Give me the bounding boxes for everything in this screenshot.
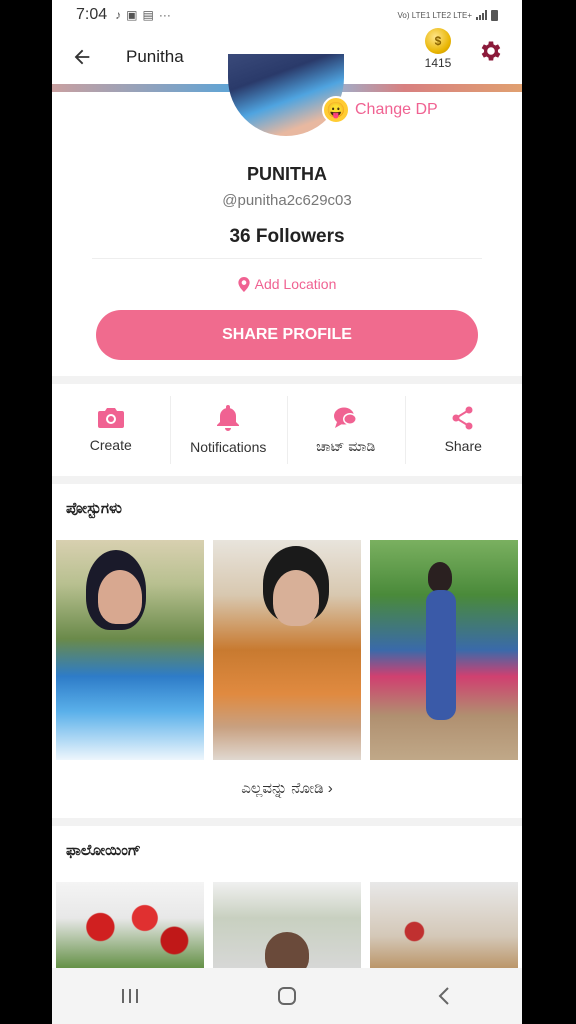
share-button[interactable]: Share xyxy=(404,384,523,476)
divider xyxy=(92,258,482,259)
network-label: Vo) LTE1 LTE2 LTE+ xyxy=(397,10,472,20)
post-thumbnail[interactable] xyxy=(56,540,204,760)
following-thumbnail[interactable] xyxy=(370,882,518,968)
change-dp-label: Change DP xyxy=(355,101,438,118)
create-label: Create xyxy=(89,437,132,453)
following-title: ಫಾಲೋಯಿಂಗ್ xyxy=(66,842,141,859)
profile-handle: @punitha2c629c03 xyxy=(222,192,352,209)
following-thumbnail[interactable] xyxy=(56,882,204,968)
recent-apps-icon xyxy=(122,989,139,1003)
status-time: 7:04 xyxy=(76,6,108,23)
post-figure-body xyxy=(426,590,456,720)
coins-button[interactable]: $ 1415 xyxy=(416,28,460,84)
bell-icon xyxy=(217,405,240,431)
home-icon xyxy=(277,987,296,1005)
battery-icon xyxy=(491,9,498,21)
more-dots-icon: ··· xyxy=(158,8,171,22)
following-grid xyxy=(56,882,518,968)
gear-icon xyxy=(481,41,501,61)
posts-title: ಪೋಸ್ಟುಗಳು xyxy=(66,500,122,517)
posts-section: ಪೋಸ್ಟುಗಳು ಎಲ್ಲವನ್ನು ನೋಡಿ › xyxy=(52,484,522,818)
status-signal-area: Vo) LTE1 LTE2 LTE+ xyxy=(397,9,498,21)
notifications-label: Notifications xyxy=(190,439,267,455)
following-figure xyxy=(265,932,309,968)
tongue-emoji-icon: 😛 xyxy=(322,96,350,124)
gallery-icon: ▤ xyxy=(142,8,154,22)
chat-label: ಚಾಟ್ ಮಾಡಿ xyxy=(316,437,376,454)
change-dp-button[interactable]: 😛 Change DP xyxy=(322,96,438,124)
home-button[interactable] xyxy=(257,976,317,1016)
share-label: Share xyxy=(444,438,482,454)
profile-name: PUNITHA xyxy=(247,164,327,184)
chevron-left-icon xyxy=(438,987,449,1005)
action-row: Create Notifications ಚಾಟ್ ಮಾಡಿ Share xyxy=(52,384,522,476)
chat-button[interactable]: ಚಾಟ್ ಮಾಡಿ xyxy=(287,384,405,476)
location-pin-icon xyxy=(238,276,250,292)
camera-icon xyxy=(97,408,124,428)
see-all-link[interactable]: ಎಲ್ಲವನ್ನು ನೋಡಿ › xyxy=(52,780,522,797)
page-title: Punitha xyxy=(126,47,184,66)
signal-icon xyxy=(476,10,487,20)
create-button[interactable]: Create xyxy=(52,384,170,476)
following-section: ಫಾಲೋಯಿಂಗ್ xyxy=(52,826,522,968)
chat-icon xyxy=(333,407,357,428)
post-figure xyxy=(428,562,452,592)
followers-count[interactable]: 36 Followers xyxy=(52,226,522,248)
following-thumbnail[interactable] xyxy=(213,882,361,968)
add-location-label: Add Location xyxy=(254,276,337,292)
system-nav-bar xyxy=(52,968,522,1024)
notifications-button[interactable]: Notifications xyxy=(169,384,288,476)
post-figure-face xyxy=(98,570,142,624)
arrow-left-icon xyxy=(74,49,90,65)
profile-card: 😛 Change DP PUNITHA @punitha2c629c03 36 … xyxy=(52,54,522,376)
phone-screen: 7:04 ♪ ▣ ▤ ··· Vo) LTE1 LTE2 LTE+ Punith… xyxy=(52,0,522,1024)
back-button[interactable] xyxy=(52,30,112,84)
settings-button[interactable] xyxy=(476,36,506,66)
recent-apps-button[interactable] xyxy=(100,976,160,1016)
status-bar: 7:04 ♪ ▣ ▤ ··· Vo) LTE1 LTE2 LTE+ xyxy=(52,0,522,30)
screen-record-icon: ▣ xyxy=(126,8,138,22)
share-icon xyxy=(452,406,473,430)
status-notification-icons: ♪ ▣ ▤ ··· xyxy=(115,8,171,22)
share-profile-button[interactable]: SHARE PROFILE xyxy=(96,310,478,360)
system-back-button[interactable] xyxy=(414,976,474,1016)
posts-grid xyxy=(56,540,518,760)
post-thumbnail[interactable] xyxy=(370,540,518,760)
coin-icon: $ xyxy=(425,28,451,54)
post-thumbnail[interactable] xyxy=(213,540,361,760)
tiktok-icon: ♪ xyxy=(115,8,122,22)
coin-count: 1415 xyxy=(424,56,452,70)
add-location-link[interactable]: Add Location xyxy=(52,276,522,292)
post-figure-face xyxy=(273,570,319,626)
